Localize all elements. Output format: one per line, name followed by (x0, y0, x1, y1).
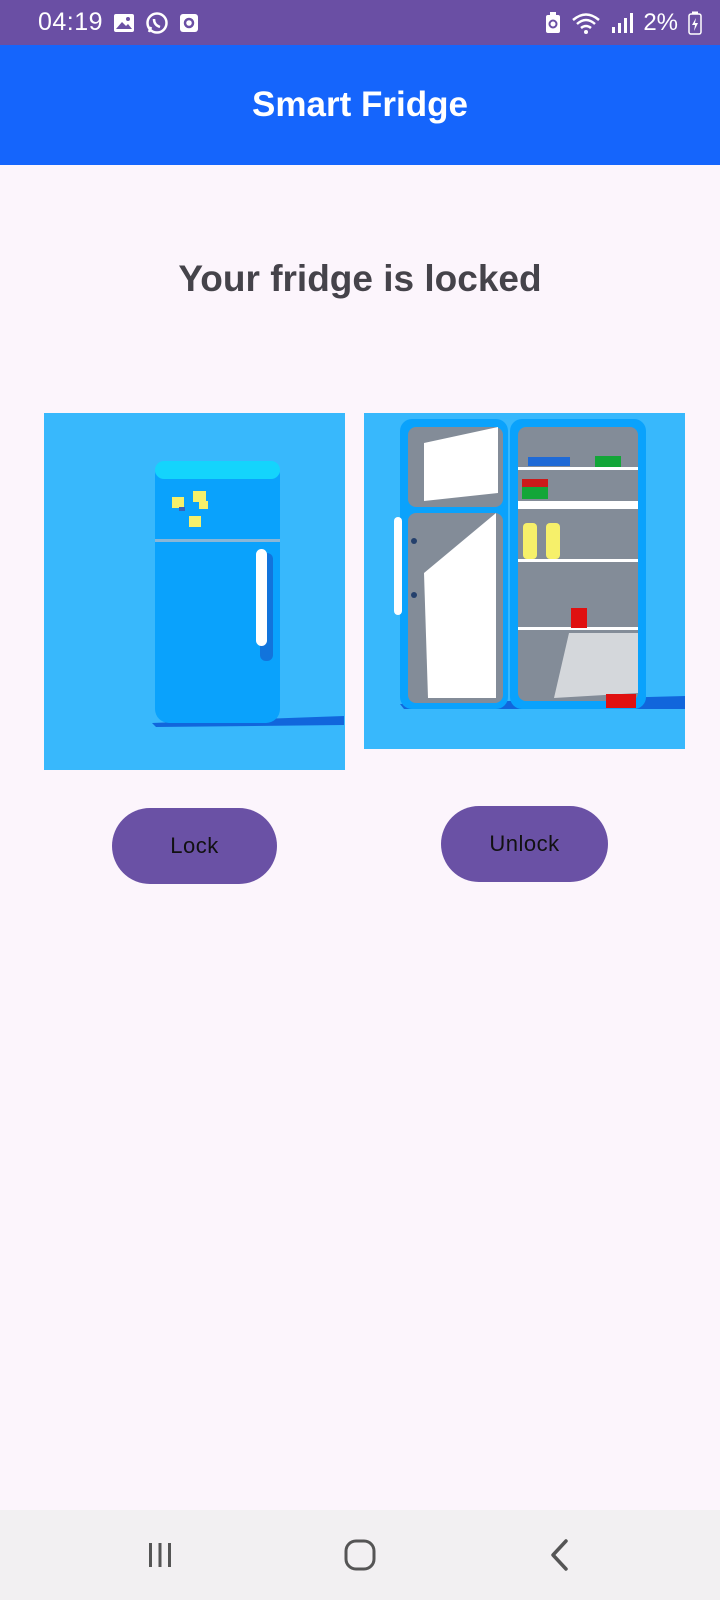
recents-icon[interactable] (120, 1525, 200, 1585)
open-fridge-image (364, 413, 685, 749)
battery-saver-icon (545, 11, 561, 34)
back-icon[interactable] (520, 1525, 600, 1585)
status-bar-right: 2% (545, 9, 702, 37)
home-icon[interactable] (320, 1525, 400, 1585)
battery-percent: 2% (643, 8, 678, 36)
status-time: 04:19 (38, 8, 104, 36)
status-bar-left: 04:19 (38, 8, 199, 37)
app-bar: Smart Fridge (0, 45, 720, 165)
app-notification-icon (179, 13, 199, 33)
unlock-button[interactable]: Unlock (441, 806, 608, 882)
lock-status-message: Your fridge is locked (178, 258, 542, 299)
lock-button[interactable]: Lock (112, 808, 277, 884)
gallery-icon (113, 13, 135, 33)
status-bar: 04:19 2% (0, 0, 720, 45)
closed-fridge-image (44, 413, 345, 770)
navigation-bar (0, 1510, 720, 1600)
battery-icon (688, 11, 702, 35)
app-title: Smart Fridge (252, 85, 468, 124)
signal-icon (611, 12, 634, 34)
whatsapp-icon (145, 11, 169, 35)
wifi-icon (571, 12, 601, 34)
